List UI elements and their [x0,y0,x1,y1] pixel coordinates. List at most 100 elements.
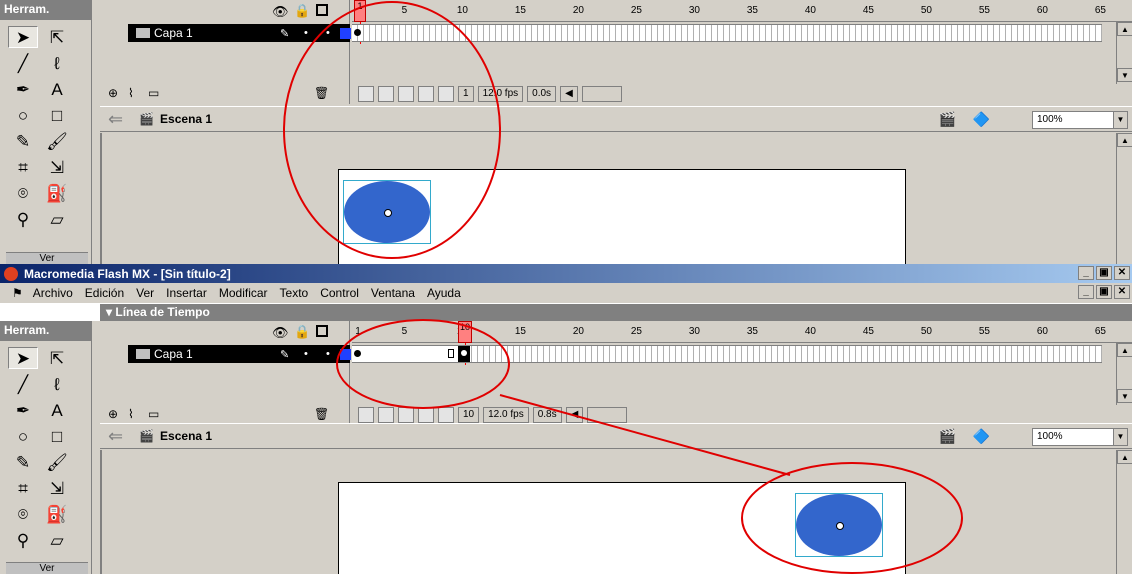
close-button[interactable]: ✕ [1114,266,1130,280]
frame-row[interactable] [352,24,1102,42]
maximize-button[interactable]: ▣ [1096,266,1112,280]
scroll-down-button[interactable]: ▼ [1117,389,1132,403]
timeline-panel-header[interactable]: ▾ Línea de Tiempo [100,304,1132,321]
onion-markers-icon[interactable] [438,407,454,423]
pen-tool-icon[interactable]: ✒ [8,399,38,421]
lock-dot[interactable]: • [326,348,330,360]
layer-row[interactable]: Capa 1 ✎ • • [128,345,351,363]
menu-ver[interactable]: Ver [130,286,160,300]
line-tool-icon[interactable]: ╱ [8,52,38,74]
edit-scene-icon[interactable]: 🎬 [939,111,956,128]
layer-name[interactable]: Capa 1 [154,347,193,361]
back-arrow-icon[interactable]: ⇐ [108,109,123,130]
scene-name[interactable]: 🎬 Escena 1 [139,429,212,443]
playhead[interactable]: 1 [354,0,366,22]
arrow-tool-icon[interactable]: ➤ [8,347,38,369]
stage-scroll-up[interactable]: ▲ [1117,450,1132,464]
scroll-up-button[interactable]: ▲ [1117,22,1132,36]
zoom-select[interactable]: 100% ▼ [1032,111,1128,129]
pencil-tool-icon[interactable]: ✎ [8,130,38,152]
edit-symbols-icon[interactable]: 🔷 [973,111,990,128]
stage[interactable] [338,482,906,574]
oval-tool-icon[interactable]: ○ [8,425,38,447]
frame-row[interactable] [352,345,1102,363]
center-frame-icon[interactable] [358,407,374,423]
hscroll-thumb[interactable] [587,407,628,423]
outline-color-swatch[interactable] [340,27,351,39]
line-tool-icon[interactable]: ╱ [8,373,38,395]
onion-skin-icon[interactable] [378,407,394,423]
timeline-vscroll[interactable]: ▲ ▼ [1116,22,1132,84]
edit-scene-icon[interactable]: 🎬 [939,428,956,445]
keyframe-start[interactable] [354,350,361,357]
add-guide-layer-icon[interactable]: ⌇ [128,407,134,421]
pen-tool-icon[interactable]: ✒ [8,78,38,100]
menu-modificar[interactable]: Modificar [213,286,274,300]
free-transform-icon[interactable]: ⌗ [8,156,38,178]
menu-insertar[interactable]: Insertar [160,286,213,300]
scene-name[interactable]: 🎬 Escena 1 [139,112,212,126]
eye-icon[interactable]: 👁 [272,325,289,341]
edit-multiple-icon[interactable] [418,86,434,102]
pencil-tool-icon[interactable]: ✎ [8,451,38,473]
keyframe[interactable] [354,29,361,36]
stage[interactable] [338,169,906,264]
lock-icon[interactable]: 🔒 [294,3,310,19]
edit-symbols-icon[interactable]: 🔷 [973,428,990,445]
eye-icon[interactable]: 👁 [272,4,289,20]
paint-bucket-icon[interactable]: ⛽ [42,182,72,204]
doc-minimize-button[interactable]: _ [1078,285,1094,299]
insert-folder-icon[interactable]: ▭ [148,86,159,100]
lock-dot[interactable]: • [326,27,330,39]
menu-edicion[interactable]: Edición [79,286,130,300]
subselect-tool-icon[interactable]: ⇱ [42,26,72,48]
outline-color-swatch[interactable] [340,348,351,360]
free-transform-icon[interactable]: ⌗ [8,477,38,499]
brush-tool-icon[interactable]: 🖌 [42,130,72,152]
trash-icon[interactable]: 🗑 [314,407,329,421]
text-tool-icon[interactable]: A [42,399,72,421]
hscroll-thumb[interactable] [581,86,622,102]
circle-symbol[interactable] [795,493,883,557]
ink-bottle-icon[interactable]: ⌾ [8,503,38,525]
lasso-tool-icon[interactable]: ℓ [42,373,72,395]
layer-row[interactable]: Capa 1 ✎ • • [128,24,351,42]
back-arrow-icon[interactable]: ⇐ [108,426,123,447]
visible-dot[interactable]: • [304,27,308,39]
trash-icon[interactable]: 🗑 [314,86,329,100]
scroll-down-button[interactable]: ▼ [1117,68,1132,82]
arrow-tool-icon[interactable]: ➤ [8,26,38,48]
timeline-vscroll[interactable]: ▲ ▼ [1116,343,1132,405]
paint-bucket-icon[interactable]: ⛽ [42,503,72,525]
subselect-tool-icon[interactable]: ⇱ [42,347,72,369]
zoom-select[interactable]: 100% ▼ [1032,428,1128,446]
scroll-left-button[interactable]: ◀ [565,407,584,423]
playhead[interactable]: 10 [458,321,472,343]
ink-bottle-icon[interactable]: ⌾ [8,182,38,204]
outline-icon[interactable] [316,4,328,16]
menu-texto[interactable]: Texto [274,286,315,300]
visible-dot[interactable]: • [304,348,308,360]
edit-multiple-icon[interactable] [418,407,434,423]
eraser-icon[interactable]: ▱ [42,208,72,230]
eyedropper-icon[interactable]: ⚲ [8,529,38,551]
menu-ventana[interactable]: Ventana [365,286,421,300]
minimize-button[interactable]: _ [1078,266,1094,280]
lock-icon[interactable]: 🔒 [294,324,310,340]
add-guide-layer-icon[interactable]: ⌇ [128,86,134,100]
center-frame-icon[interactable] [358,86,374,102]
onion-markers-icon[interactable] [438,86,454,102]
rectangle-tool-icon[interactable]: □ [42,104,72,126]
menu-ayuda[interactable]: Ayuda [421,286,467,300]
doc-maximize-button[interactable]: ▣ [1096,285,1112,299]
rectangle-tool-icon[interactable]: □ [42,425,72,447]
outline-icon[interactable] [316,325,328,337]
circle-symbol[interactable] [343,180,431,244]
stage-vscroll[interactable]: ▲ [1116,133,1132,264]
lasso-tool-icon[interactable]: ℓ [42,52,72,74]
stage-scroll-up[interactable]: ▲ [1117,133,1132,147]
onion-outline-icon[interactable] [398,86,414,102]
stage-vscroll[interactable]: ▲ [1116,450,1132,574]
insert-layer-icon[interactable]: ⊕ [108,407,118,421]
onion-outline-icon[interactable] [398,407,414,423]
